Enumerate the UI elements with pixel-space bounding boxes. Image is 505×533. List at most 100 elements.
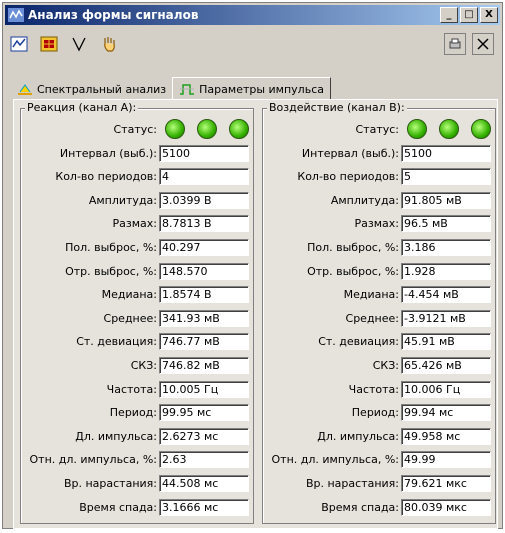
parameter-label: Медиана: [101, 288, 157, 302]
parameter-row: Размах: 8.7813 В [21, 214, 253, 234]
print-icon[interactable] [444, 33, 466, 55]
parameter-label: Отр. выброс, %: [65, 264, 157, 278]
tab-strip: Спектральный анализ Параметры импульса [11, 77, 331, 100]
parameter-row: Период: 99.95 мс [21, 403, 253, 423]
status-led-icon [439, 119, 459, 139]
status-led-icon [407, 119, 427, 139]
parameter-value-field[interactable]: 3.186 [401, 238, 491, 256]
parameter-label: Среднее: [345, 311, 399, 325]
parameter-value-field[interactable]: 148.570 [159, 262, 249, 280]
parameter-value-field[interactable]: 2.6273 мс [159, 427, 249, 445]
parameter-value-field[interactable]: 8.7813 В [159, 215, 249, 233]
parameter-label: Размах: [112, 217, 157, 231]
parameter-label: Интервал (выб.): [59, 146, 157, 160]
close-icon[interactable] [472, 33, 494, 55]
parameter-value-field[interactable]: 45.91 мВ [401, 333, 491, 351]
impact-channel-b-group: Воздействие (канал В): Статус: Интервал … [262, 101, 496, 524]
parameter-label: Медиана: [343, 288, 399, 302]
parameter-label: Время спада: [321, 500, 399, 514]
parameter-label: Ст. девиация: [318, 335, 399, 349]
parameter-row: Частота: 10.006 Гц [263, 379, 495, 399]
parameter-value-field[interactable]: 79.621 мкс [401, 474, 491, 492]
parameter-label: Отн. дл. импульса, %: [271, 453, 399, 467]
parameter-value-field[interactable]: 1.928 [401, 262, 491, 280]
parameter-row: Медиана: 1.8574 В [21, 285, 253, 305]
toolbar [7, 29, 498, 59]
parameter-label: Частота: [106, 382, 157, 396]
tab-spectral-analysis[interactable]: Спектральный анализ [11, 79, 172, 99]
parameter-value-field[interactable]: 4 [159, 168, 249, 186]
window-title: Анализ формы сигналов [28, 8, 199, 22]
parameter-value-field[interactable]: 10.005 Гц [159, 380, 249, 398]
status-led-icon [471, 119, 491, 139]
status-label: Статус: [113, 122, 157, 136]
tab-label: Спектральный анализ [37, 82, 167, 96]
parameter-row: Интервал (выб.): 5100 [263, 143, 495, 163]
parameter-label: Частота: [348, 382, 399, 396]
parameter-value-field[interactable]: 91.805 мВ [401, 191, 491, 209]
parameter-row: Отр. выброс, %: 1.928 [263, 261, 495, 281]
parameter-label: Отн. дл. импульса, %: [29, 453, 157, 467]
parameter-value-field[interactable]: 5100 [159, 144, 249, 162]
parameter-value-field[interactable]: 49.99 [401, 451, 491, 469]
parameter-label: Время спада: [79, 500, 157, 514]
parameter-value-field[interactable]: 746.82 мВ [159, 356, 249, 374]
parameter-value-field[interactable]: 44.508 мс [159, 474, 249, 492]
parameter-label: Период: [351, 406, 399, 420]
parameter-value-field[interactable]: 5 [401, 168, 491, 186]
parameter-label: Пол. выброс, %: [307, 240, 399, 254]
parameter-row: Отн. дл. импульса, %: 49.99 [263, 450, 495, 470]
hand-icon[interactable] [97, 33, 121, 55]
parameter-row: Время спада: 80.039 мкс [263, 497, 495, 517]
maximize-button[interactable]: □ [460, 7, 478, 23]
status-led-icon [197, 119, 217, 139]
status-led-icon [229, 119, 249, 139]
parameter-value-field[interactable]: 96.5 мВ [401, 215, 491, 233]
parameter-label: Период: [109, 406, 157, 420]
parameter-row: СКЗ: 65.426 мВ [263, 355, 495, 375]
status-row: Статус: [263, 119, 495, 139]
parameter-value-field[interactable]: 2.63 [159, 451, 249, 469]
grid-icon[interactable] [37, 33, 61, 55]
parameter-value-field[interactable]: 1.8574 В [159, 286, 249, 304]
parameter-row: Кол-во периодов: 4 [21, 167, 253, 187]
spectrum-tab-icon [18, 84, 32, 95]
parameter-value-field[interactable]: 80.039 мкс [401, 498, 491, 516]
status-led-icon [165, 119, 185, 139]
parameter-row: Интервал (выб.): 5100 [21, 143, 253, 163]
parameter-value-field[interactable]: -4.454 мВ [401, 286, 491, 304]
pulse-tab-icon [180, 84, 195, 95]
parameter-value-field[interactable]: -3.9121 мВ [401, 309, 491, 327]
title-bar[interactable]: Анализ формы сигналов _ □ X [5, 5, 500, 25]
parameter-row: Амплитуда: 3.0399 В [21, 190, 253, 210]
parameter-value-field[interactable]: 65.426 мВ [401, 356, 491, 374]
parameter-label: СКЗ: [130, 358, 157, 372]
minimize-button[interactable]: _ [440, 7, 458, 23]
parameter-value-field[interactable]: 5100 [401, 144, 491, 162]
parameter-value-field[interactable]: 99.94 мс [401, 404, 491, 422]
parameter-value-field[interactable]: 746.77 мВ [159, 333, 249, 351]
parameter-row: Среднее: -3.9121 мВ [263, 308, 495, 328]
cursor-icon[interactable] [67, 33, 91, 55]
group-title: Воздействие (канал В): [267, 101, 407, 114]
parameter-row: Амплитуда: 91.805 мВ [263, 190, 495, 210]
parameter-row: Кол-во периодов: 5 [263, 167, 495, 187]
parameter-value-field[interactable]: 40.297 [159, 238, 249, 256]
parameter-value-field[interactable]: 49.958 мс [401, 427, 491, 445]
tab-pulse-parameters[interactable]: Параметры импульса [172, 77, 331, 100]
parameter-value-field[interactable]: 3.0399 В [159, 191, 249, 209]
chart-icon[interactable] [7, 33, 31, 55]
parameter-value-field[interactable]: 99.95 мс [159, 404, 249, 422]
reaction-channel-a-group: Реакция (канал А): Статус: Интервал (выб… [20, 101, 254, 524]
parameter-value-field[interactable]: 3.1666 мс [159, 498, 249, 516]
parameter-label: Вр. нарастания: [305, 476, 399, 490]
tab-label: Параметры импульса [199, 82, 324, 96]
status-label: Статус: [355, 122, 399, 136]
parameter-row: Среднее: 341.93 мВ [21, 308, 253, 328]
close-window-button[interactable]: X [480, 7, 498, 23]
status-row: Статус: [21, 119, 253, 139]
parameter-value-field[interactable]: 10.006 Гц [401, 380, 491, 398]
parameter-label: Отр. выброс, %: [307, 264, 399, 278]
parameter-label: СКЗ: [372, 358, 399, 372]
parameter-value-field[interactable]: 341.93 мВ [159, 309, 249, 327]
